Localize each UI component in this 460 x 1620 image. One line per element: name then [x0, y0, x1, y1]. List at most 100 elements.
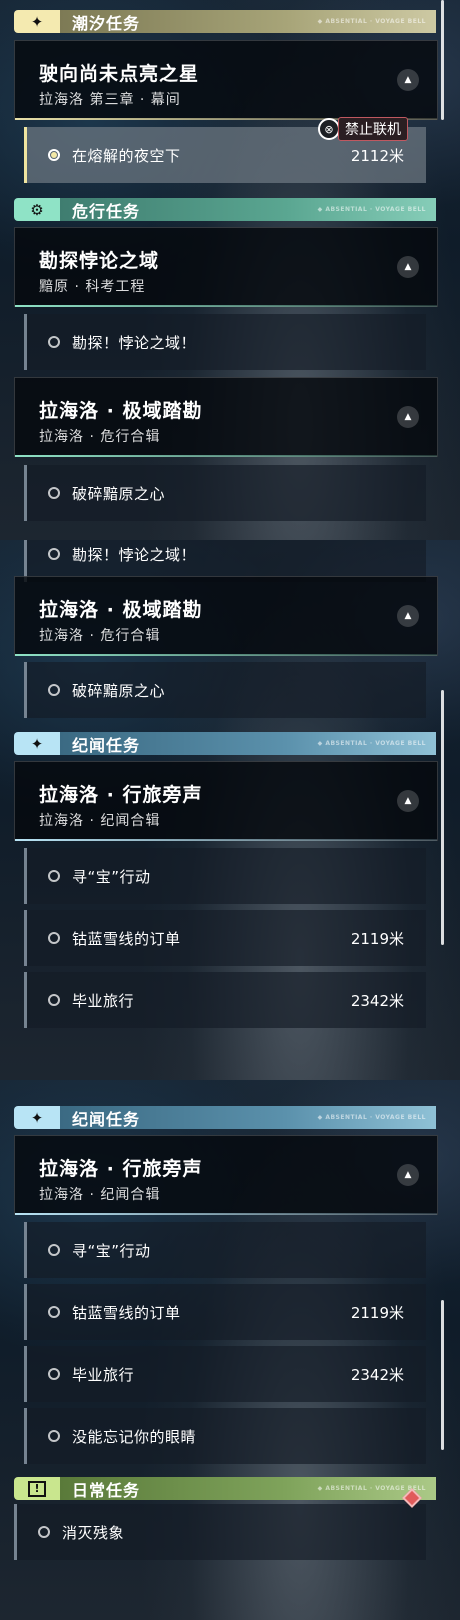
quest-card[interactable]: 拉海洛 · 行旅旁声 拉海洛 · 纪闻合辑 ▲ — [14, 1135, 438, 1215]
selected-radio-icon — [48, 149, 60, 161]
radio-icon — [48, 1430, 60, 1442]
task-row[interactable]: 毕业旅行 2342米 — [24, 1346, 426, 1402]
section-title: 潮汐任务 — [72, 13, 141, 33]
task-label: 破碎黯原之心 — [72, 484, 166, 503]
radio-icon — [48, 336, 60, 348]
quest-subtitle: 拉海洛 第三章 · 幕间 — [39, 92, 181, 108]
row-accent — [24, 662, 27, 718]
task-row[interactable]: 钴蓝雪线的订单 2119米 — [24, 910, 426, 966]
chevron-up-icon[interactable]: ▲ — [397, 69, 419, 91]
chevron-up-icon[interactable]: ▲ — [397, 790, 419, 812]
radio-icon — [48, 1368, 60, 1380]
task-row[interactable]: 消灭残象 — [14, 1504, 426, 1560]
row-accent — [24, 972, 27, 1028]
danger-quest-header[interactable]: ⚙ 危行任务 ◆ ABSENTIAL · VOYAGE BELL — [14, 198, 436, 221]
task-row[interactable]: 寻“宝”行动 — [24, 848, 426, 904]
quest-card[interactable]: 勘探悖论之域 黯原 · 科考工程 ▲ — [14, 227, 438, 307]
task-label: 毕业旅行 — [72, 1365, 135, 1384]
row-accent — [24, 1284, 27, 1340]
task-label: 消灭残象 — [62, 1523, 125, 1542]
task-row[interactable]: 破碎黯原之心 — [24, 465, 426, 521]
scrollbar[interactable] — [441, 0, 444, 120]
task-label: 没能忘记你的眼睛 — [72, 1427, 197, 1446]
quest-subtitle: 黯原 · 科考工程 — [39, 279, 146, 295]
section-tag: ◆ ABSENTIAL · VOYAGE BELL — [317, 18, 426, 25]
task-label: 勘探！悖论之域！ — [72, 545, 197, 564]
task-row[interactable]: 没能忘记你的眼睛 — [24, 1408, 426, 1464]
quest-subtitle: 拉海洛 · 危行合辑 — [39, 429, 161, 445]
daily-quest-header[interactable]: ! 日常任务 ◆ ABSENTIAL · VOYAGE BELL — [14, 1477, 436, 1500]
lock-badge: ⊗ 禁止联机 — [318, 117, 408, 141]
quest-subtitle: 拉海洛 · 纪闻合辑 — [39, 1187, 161, 1203]
section-tag: ◆ ABSENTIAL · VOYAGE BELL — [317, 740, 426, 747]
exclamation-icon: ! — [14, 1477, 60, 1500]
quest-title: 驶向尚未点亮之星 — [39, 63, 200, 85]
card-glow — [15, 1213, 437, 1215]
quest-subtitle: 拉海洛 · 危行合辑 — [39, 628, 161, 644]
chevron-up-icon[interactable]: ▲ — [397, 256, 419, 278]
lock-label: 禁止联机 — [338, 117, 408, 141]
story-quest-header[interactable]: ✦ 纪闻任务 ◆ ABSENTIAL · VOYAGE BELL — [14, 732, 436, 755]
radio-icon — [48, 1244, 60, 1256]
row-accent — [24, 848, 27, 904]
row-accent — [24, 127, 27, 183]
card-glow — [15, 305, 437, 307]
quest-card[interactable]: 拉海洛 · 极域踏勘 拉海洛 · 危行合辑 ▲ — [14, 576, 438, 656]
quest-panel-3: ✦ 纪闻任务 ◆ ABSENTIAL · VOYAGE BELL 拉海洛 · 行旅… — [0, 1080, 460, 1620]
tide-quest-header[interactable]: ✦ 潮汐任务 ◆ ABSENTIAL · VOYAGE BELL — [14, 10, 436, 33]
chevron-up-icon[interactable]: ▲ — [397, 406, 419, 428]
section-title: 纪闻任务 — [72, 1109, 141, 1129]
quest-card[interactable]: 拉海洛 · 极域踏勘 拉海洛 · 危行合辑 ▲ — [14, 377, 438, 457]
story-quest-header[interactable]: ✦ 纪闻任务 ◆ ABSENTIAL · VOYAGE BELL — [14, 1106, 436, 1129]
task-label: 勘探！悖论之域！ — [72, 333, 197, 352]
quest-title: 拉海洛 · 行旅旁声 — [39, 784, 203, 806]
radio-icon — [48, 1306, 60, 1318]
task-label: 寻“宝”行动 — [72, 867, 151, 886]
quest-title: 拉海洛 · 行旅旁声 — [39, 1158, 203, 1180]
quest-panel-1: ✦ 潮汐任务 ◆ ABSENTIAL · VOYAGE BELL 驶向尚未点亮之星… — [0, 0, 460, 540]
radio-icon — [48, 932, 60, 944]
radio-icon — [48, 487, 60, 499]
task-label: 破碎黯原之心 — [72, 681, 166, 700]
task-label: 钴蓝雪线的订单 — [72, 929, 181, 948]
gear-icon: ⚙ — [14, 198, 60, 221]
scrollbar[interactable] — [441, 690, 444, 945]
row-accent — [24, 910, 27, 966]
section-title: 日常任务 — [72, 1480, 141, 1500]
task-distance: 2119米 — [350, 929, 404, 948]
task-row[interactable]: 破碎黯原之心 — [24, 662, 426, 718]
task-label: 钴蓝雪线的订单 — [72, 1303, 181, 1322]
quest-card-main[interactable]: 驶向尚未点亮之星 拉海洛 第三章 · 幕间 ▲ — [14, 40, 438, 120]
radio-icon — [48, 870, 60, 882]
task-row[interactable]: 钴蓝雪线的订单 2119米 — [24, 1284, 426, 1340]
row-accent — [24, 465, 27, 521]
row-accent — [24, 314, 27, 370]
task-row[interactable]: 毕业旅行 2342米 — [24, 972, 426, 1028]
quest-panel-2: 勘探！悖论之域！ 拉海洛 · 极域踏勘 拉海洛 · 危行合辑 ▲ 破碎黯原之心 … — [0, 540, 460, 1080]
radio-icon — [48, 548, 60, 560]
quest-subtitle: 拉海洛 · 纪闻合辑 — [39, 813, 161, 829]
quest-card[interactable]: 拉海洛 · 行旅旁声 拉海洛 · 纪闻合辑 ▲ — [14, 761, 438, 841]
task-distance: 2119米 — [350, 1303, 404, 1322]
star-icon: ✦ — [14, 1106, 60, 1129]
chevron-up-icon[interactable]: ▲ — [397, 1164, 419, 1186]
radio-icon — [38, 1526, 50, 1538]
scrollbar[interactable] — [441, 1300, 444, 1450]
quest-title: 拉海洛 · 极域踏勘 — [39, 400, 203, 422]
chevron-up-icon[interactable]: ▲ — [397, 605, 419, 627]
task-row[interactable]: 寻“宝”行动 — [24, 1222, 426, 1278]
task-distance: 2342米 — [350, 1365, 404, 1384]
radio-icon — [48, 994, 60, 1006]
task-row[interactable]: 勘探！悖论之域！ — [24, 314, 426, 370]
task-label: 在熔解的夜空下 — [72, 146, 181, 165]
quest-title: 拉海洛 · 极域踏勘 — [39, 599, 203, 621]
card-glow — [15, 839, 437, 841]
star-icon: ✦ — [14, 10, 60, 33]
network-lock-icon: ⊗ — [318, 118, 340, 140]
task-label: 寻“宝”行动 — [72, 1241, 151, 1260]
card-glow — [15, 455, 437, 457]
card-glow — [15, 654, 437, 656]
section-title: 纪闻任务 — [72, 735, 141, 755]
quest-title: 勘探悖论之域 — [39, 250, 160, 272]
row-accent — [24, 1222, 27, 1278]
